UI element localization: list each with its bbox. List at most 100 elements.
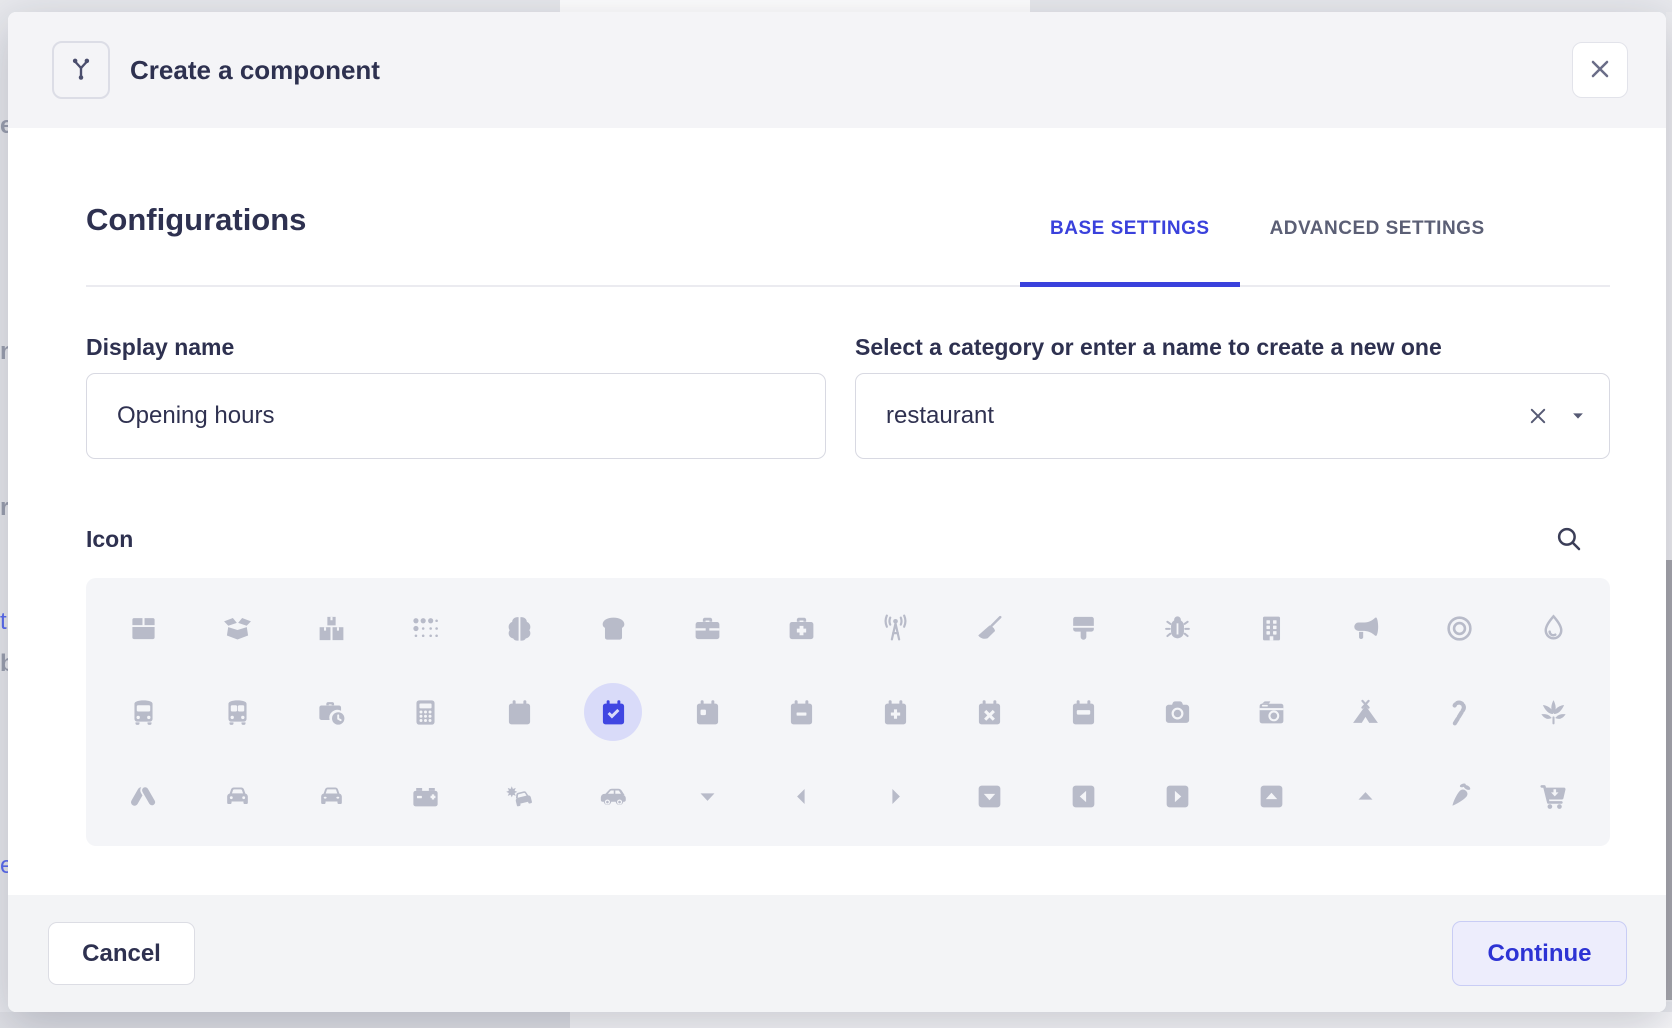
icon-cell-calendar-check[interactable] — [566, 670, 660, 754]
dialog-footer: Cancel Continue — [8, 895, 1666, 1012]
icon-cell-caret-up[interactable] — [1318, 754, 1412, 838]
icon-cell-bus[interactable] — [96, 670, 190, 754]
icon-cell-car-side[interactable] — [566, 754, 660, 838]
icon-cell-car-crash[interactable] — [472, 754, 566, 838]
icon-cell-braille[interactable] — [378, 586, 472, 670]
icon-cell-boxes-stacked[interactable] — [284, 586, 378, 670]
tab-base-settings[interactable]: BASE SETTINGS — [1020, 218, 1240, 287]
caret-right-icon — [880, 781, 911, 812]
cannabis-icon — [1538, 697, 1569, 728]
braille-icon — [410, 613, 441, 644]
icon-cell-cart-arrow-down[interactable] — [1506, 754, 1600, 838]
component-icon-box — [52, 41, 110, 99]
icon-cell-brain[interactable] — [472, 586, 566, 670]
bullseye-icon — [1444, 613, 1475, 644]
icon-cell-caret-down[interactable] — [660, 754, 754, 838]
icon-cell-broadcast-tower[interactable] — [848, 586, 942, 670]
icon-cell-carrot[interactable] — [1412, 754, 1506, 838]
calendar-plus-icon — [880, 697, 911, 728]
icon-cell-calendar[interactable] — [472, 670, 566, 754]
icon-cell-caret-square-left[interactable] — [1036, 754, 1130, 838]
icon-cell-capsules[interactable] — [96, 754, 190, 838]
icon-cell-camera[interactable] — [1130, 670, 1224, 754]
car-icon — [222, 781, 253, 812]
icon-cell-business-time[interactable] — [284, 670, 378, 754]
bus-alt-icon — [222, 697, 253, 728]
icon-cell-car[interactable] — [190, 754, 284, 838]
calculator-icon — [410, 697, 441, 728]
briefcase-medical-icon — [786, 613, 817, 644]
calendar-week-icon — [1068, 697, 1099, 728]
icon-cell-box[interactable] — [96, 586, 190, 670]
icon-cell-briefcase[interactable] — [660, 586, 754, 670]
icon-cell-bread-slice[interactable] — [566, 586, 660, 670]
category-select[interactable] — [855, 373, 1610, 459]
icon-cell-calendar-week[interactable] — [1036, 670, 1130, 754]
icon-cell-caret-square-up[interactable] — [1224, 754, 1318, 838]
icon-section-label: Icon — [86, 526, 133, 553]
icon-cell-brush[interactable] — [1036, 586, 1130, 670]
calendar-minus-icon — [786, 697, 817, 728]
caret-down-icon[interactable] — [1569, 407, 1587, 425]
icon-cell-candy-cane[interactable] — [1412, 670, 1506, 754]
caret-up-icon — [1350, 781, 1381, 812]
icon-cell-bullseye[interactable] — [1412, 586, 1506, 670]
box-icon — [128, 613, 159, 644]
icon-cell-calendar-minus[interactable] — [754, 670, 848, 754]
icon-cell-bug[interactable] — [1130, 586, 1224, 670]
icon-cell-campground[interactable] — [1318, 670, 1412, 754]
icon-cell-bullhorn[interactable] — [1318, 586, 1412, 670]
car-side-icon — [598, 781, 629, 812]
backdrop-bottom-left-strip — [0, 1012, 570, 1028]
icon-cell-calendar-times[interactable] — [942, 670, 1036, 754]
bug-icon — [1162, 613, 1193, 644]
icon-cell-camera-retro[interactable] — [1224, 670, 1318, 754]
icon-cell-calendar-plus[interactable] — [848, 670, 942, 754]
icon-cell-caret-square-down[interactable] — [942, 754, 1036, 838]
icon-cell-car-battery[interactable] — [378, 754, 472, 838]
calendar-check-icon — [598, 697, 629, 728]
search-icon[interactable] — [1552, 522, 1586, 556]
backdrop-page-strip — [560, 0, 1030, 12]
bread-slice-icon — [598, 613, 629, 644]
car-alt-icon — [316, 781, 347, 812]
candy-cane-icon — [1444, 697, 1475, 728]
icon-cell-burn[interactable] — [1506, 586, 1600, 670]
close-button[interactable] — [1572, 42, 1628, 98]
icon-cell-building[interactable] — [1224, 586, 1318, 670]
clear-x-icon[interactable] — [1521, 399, 1555, 433]
caret-down-icon — [692, 781, 723, 812]
display-name-input[interactable] — [86, 373, 826, 459]
close-icon — [1587, 56, 1613, 85]
calendar-icon — [504, 697, 535, 728]
screen: enrtbe Create a component Configurations… — [0, 0, 1672, 1028]
icon-cell-car-alt[interactable] — [284, 754, 378, 838]
continue-button[interactable]: Continue — [1452, 921, 1627, 986]
icon-cell-caret-left[interactable] — [754, 754, 848, 838]
boxes-stacked-icon — [316, 613, 347, 644]
cancel-button[interactable]: Cancel — [48, 922, 195, 985]
icon-cell-broom[interactable] — [942, 586, 1036, 670]
icon-cell-box-open[interactable] — [190, 586, 284, 670]
icon-cell-calendar-day[interactable] — [660, 670, 754, 754]
brush-icon — [1068, 613, 1099, 644]
car-battery-icon — [410, 781, 441, 812]
tab-advanced-settings[interactable]: ADVANCED SETTINGS — [1240, 218, 1515, 287]
burn-icon — [1538, 613, 1569, 644]
icon-cell-briefcase-medical[interactable] — [754, 586, 848, 670]
category-input[interactable] — [856, 402, 1521, 430]
broadcast-tower-icon — [880, 613, 911, 644]
icon-cell-bus-alt[interactable] — [190, 670, 284, 754]
settings-tabs: BASE SETTINGS ADVANCED SETTINGS — [1020, 218, 1515, 287]
icon-cell-caret-right[interactable] — [848, 754, 942, 838]
box-open-icon — [222, 613, 253, 644]
section-title: Configurations — [86, 202, 306, 238]
icon-cell-calculator[interactable] — [378, 670, 472, 754]
calendar-day-icon — [692, 697, 723, 728]
icon-grid — [86, 578, 1610, 846]
backdrop-scrollbar-thumb[interactable] — [1666, 560, 1672, 1000]
icon-cell-caret-square-right[interactable] — [1130, 754, 1224, 838]
selected-icon-highlight — [584, 683, 642, 741]
icon-cell-cannabis[interactable] — [1506, 670, 1600, 754]
caret-square-right-icon — [1162, 781, 1193, 812]
